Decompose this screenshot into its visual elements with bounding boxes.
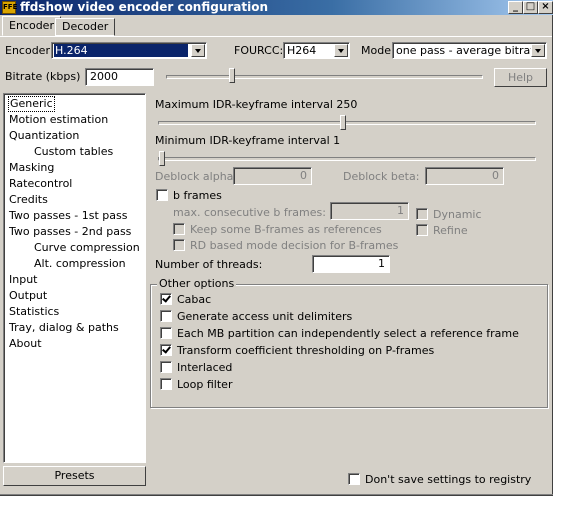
transform-thresholding-label: Transform coefficient thresholding on P-… — [177, 344, 435, 357]
encoder-select-value: H.264 — [54, 44, 188, 57]
encoder-config-window: FFE ffdshow video encoder configuration … — [0, 0, 553, 496]
sidebar-item-quantization[interactable]: Quantization — [9, 128, 79, 144]
threads-input[interactable]: 1 — [312, 255, 390, 273]
sidebar-item-two-passes-2nd[interactable]: Two passes - 2nd pass — [9, 224, 131, 240]
interlaced-checkbox[interactable] — [160, 361, 172, 373]
mode-select-value: one pass - average bitrate — [396, 44, 542, 57]
sidebar-item-generic[interactable]: Generic — [8, 96, 55, 112]
max-idr-slider-thumb[interactable] — [340, 115, 347, 130]
max-consecutive-b-frames-input[interactable]: 1 — [330, 202, 409, 220]
interlaced-label: Interlaced — [177, 361, 233, 374]
access-unit-delimiters-checkbox[interactable] — [160, 310, 172, 322]
bitrate-input[interactable]: 2000 — [85, 68, 154, 86]
sidebar-item-custom-tables[interactable]: Custom tables — [34, 144, 113, 160]
encoder-select[interactable]: H.264 — [51, 42, 207, 59]
mode-select[interactable]: one pass - average bitrate — [392, 42, 547, 59]
sidebar-item-masking[interactable]: Masking — [9, 160, 54, 176]
loop-filter-label: Loop filter — [177, 378, 233, 391]
presets-button[interactable]: Presets — [3, 466, 146, 486]
sidebar-item-output[interactable]: Output — [9, 288, 47, 304]
tab-decoder[interactable]: Decoder — [55, 18, 116, 36]
deblock-beta-input[interactable]: 0 — [425, 167, 504, 185]
loop-filter-checkbox[interactable] — [160, 378, 172, 390]
max-consecutive-b-frames-label: max. consecutive b frames: — [173, 206, 326, 219]
deblock-beta-label: Deblock beta: — [343, 170, 420, 183]
min-idr-interval-label: Minimum IDR-keyframe interval 1 — [155, 134, 341, 147]
other-options-title: Other options — [157, 277, 237, 290]
settings-page-list[interactable]: Generic Motion estimation Quantization C… — [3, 93, 146, 463]
close-button[interactable]: × — [538, 1, 553, 14]
max-idr-interval-label: Maximum IDR-keyframe interval 250 — [155, 98, 358, 111]
cabac-checkbox[interactable] — [160, 293, 172, 305]
sidebar-item-curve-compression[interactable]: Curve compression — [34, 240, 140, 256]
dynamic-label: Dynamic — [433, 208, 482, 221]
tab-encoder[interactable]: Encoder — [2, 16, 61, 36]
min-idr-slider-thumb[interactable] — [159, 151, 165, 166]
window-title: ffdshow video encoder configuration — [20, 0, 269, 14]
min-idr-slider-track[interactable] — [158, 157, 536, 161]
chevron-down-icon[interactable] — [334, 44, 348, 57]
dont-save-registry-checkbox[interactable] — [348, 473, 360, 485]
tab-divider — [0, 36, 552, 37]
max-idr-slider-track[interactable] — [158, 121, 536, 125]
bottom-divider — [0, 494, 553, 495]
sidebar-item-about[interactable]: About — [9, 336, 42, 352]
keep-b-frames-references-label: Keep some B-frames as references — [190, 223, 382, 236]
fourcc-label: FOURCC: — [234, 44, 284, 57]
sidebar-item-motion-estimation[interactable]: Motion estimation — [9, 112, 108, 128]
refine-label: Refine — [433, 224, 468, 237]
chevron-down-icon[interactable] — [531, 44, 545, 57]
sidebar-item-input[interactable]: Input — [9, 272, 37, 288]
mb-partition-reference-checkbox[interactable] — [160, 327, 172, 339]
help-button[interactable]: Help — [494, 68, 547, 87]
ffdshow-app-icon: FFE — [2, 1, 17, 14]
sidebar-item-credits[interactable]: Credits — [9, 192, 48, 208]
rd-mode-decision-checkbox[interactable] — [173, 239, 185, 251]
transform-thresholding-checkbox[interactable] — [160, 344, 172, 356]
title-bar[interactable]: FFE ffdshow video encoder configuration … — [0, 0, 553, 15]
deblock-alpha-label: Deblock alpha: — [155, 170, 238, 183]
mb-partition-reference-label: Each MB partition can independently sele… — [177, 327, 519, 340]
mode-label: Mode: — [361, 44, 395, 57]
bitrate-slider-thumb[interactable] — [229, 68, 235, 83]
b-frames-label: b frames — [173, 189, 222, 202]
sidebar-item-alt-compression[interactable]: Alt. compression — [34, 256, 126, 272]
rd-mode-decision-label: RD based mode decision for B-frames — [190, 239, 399, 252]
maximize-button[interactable]: □ — [523, 1, 538, 14]
minimize-button[interactable]: _ — [508, 1, 523, 14]
sidebar-item-tray-dialog-paths[interactable]: Tray, dialog & paths — [9, 320, 119, 336]
sidebar-item-ratecontrol[interactable]: Ratecontrol — [9, 176, 72, 192]
encoder-label: Encoder: — [5, 44, 54, 57]
threads-label: Number of threads: — [155, 258, 263, 271]
cabac-label: Cabac — [177, 293, 212, 306]
dont-save-registry-label: Don't save settings to registry — [365, 473, 532, 486]
deblock-alpha-input[interactable]: 0 — [233, 167, 312, 185]
refine-checkbox[interactable] — [416, 224, 428, 236]
sidebar-item-two-passes-1st[interactable]: Two passes - 1st pass — [9, 208, 128, 224]
b-frames-checkbox[interactable] — [156, 189, 168, 201]
dynamic-checkbox[interactable] — [416, 208, 428, 220]
access-unit-delimiters-label: Generate access unit delimiters — [177, 310, 353, 323]
fourcc-select[interactable]: H264 — [283, 42, 350, 59]
sidebar-item-statistics[interactable]: Statistics — [9, 304, 59, 320]
fourcc-select-value: H264 — [287, 44, 317, 57]
bitrate-slider-track[interactable] — [166, 75, 483, 79]
chevron-down-icon[interactable] — [191, 44, 205, 57]
keep-b-frames-references-checkbox[interactable] — [173, 223, 185, 235]
bitrate-label: Bitrate (kbps) — [5, 70, 81, 83]
